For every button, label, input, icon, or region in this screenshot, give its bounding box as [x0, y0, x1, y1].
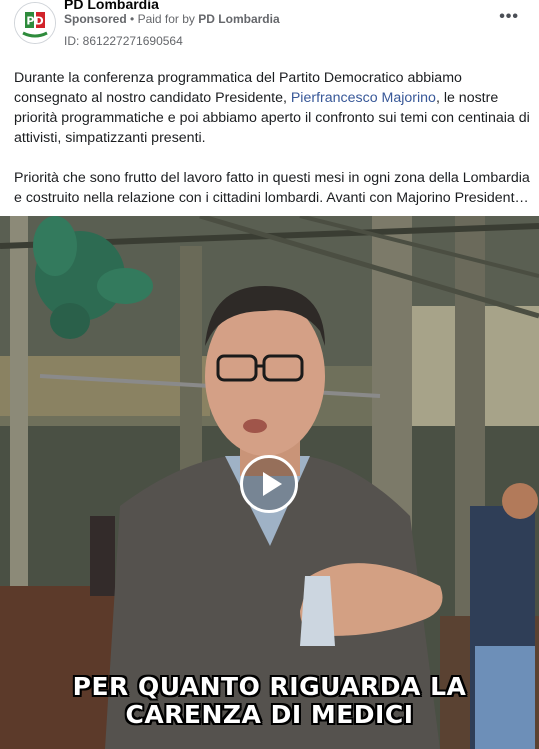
logo-lettering: PD — [26, 15, 43, 28]
post-paragraph-1: Durante la conferenza programmatica del … — [14, 68, 530, 148]
sponsored-label: Sponsored — [64, 12, 127, 26]
ad-header: PD PD Lombardia Sponsored • Paid for by … — [0, 0, 539, 60]
play-button[interactable] — [240, 455, 298, 513]
post-text: Durante la conferenza programmatica del … — [14, 68, 530, 228]
majorino-link[interactable]: Pierfrancesco Majorino — [291, 90, 436, 106]
advertiser-name[interactable]: PD Lombardia — [64, 0, 159, 12]
pd-logo-icon: PD — [15, 3, 55, 43]
more-options-button[interactable]: ••• — [499, 8, 519, 26]
advertiser-avatar[interactable]: PD — [14, 2, 56, 44]
play-icon — [263, 472, 282, 496]
separator-dot: • — [130, 12, 135, 26]
video-caption-line-1: PER QUANTO RIGUARDA LA — [72, 672, 467, 701]
paid-for-prefix: Paid for by — [137, 12, 195, 26]
sponsored-line: Sponsored • Paid for by PD Lombardia — [64, 12, 280, 26]
video-player[interactable]: PER QUANTO RIGUARDA LA CARENZA DI MEDICI — [0, 216, 539, 749]
post-paragraph-2: Priorità che sono frutto del lavoro fatt… — [14, 170, 530, 206]
paid-for-name: PD Lombardia — [198, 12, 280, 26]
ad-id: ID: 861227271690564 — [64, 34, 183, 48]
video-caption-line-2: CARENZA DI MEDICI — [125, 700, 414, 729]
